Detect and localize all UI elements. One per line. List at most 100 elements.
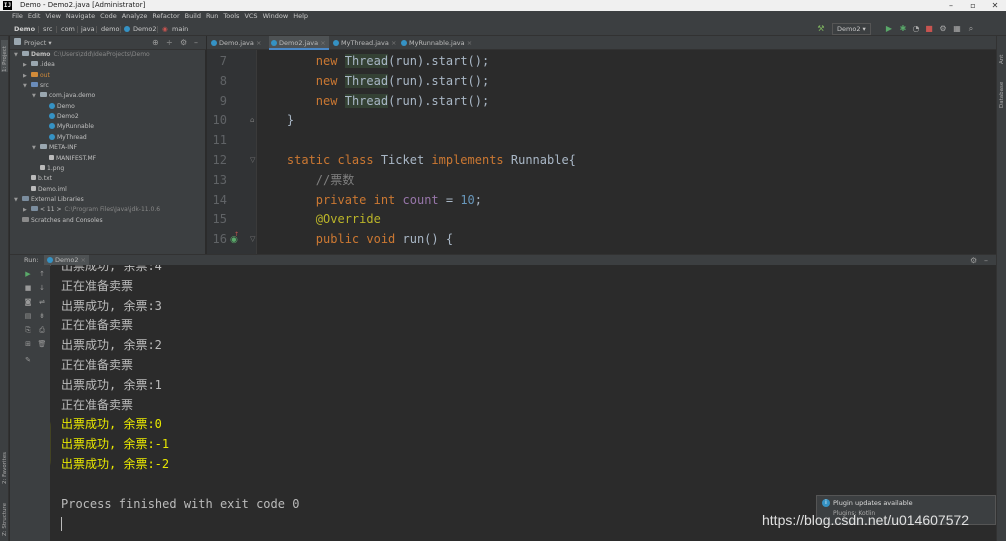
debug-icon[interactable]: ✱ [898, 24, 908, 34]
breadcrumb-method[interactable]: main [172, 22, 188, 36]
tree-item[interactable]: Scratches and Consoles [14, 216, 103, 226]
scroll-down-icon[interactable]: ↓ [37, 283, 47, 293]
favorites-tool-label[interactable]: 2: Favorites [2, 452, 8, 484]
collapsed-arrow-icon[interactable]: ▶ [23, 60, 31, 70]
minimize-button[interactable]: – [940, 0, 962, 11]
tree-item[interactable]: MyThread [41, 133, 87, 143]
console-line: 出票成功, 余票:-1 [61, 437, 170, 452]
stop-icon[interactable]: ■ [924, 24, 934, 34]
soft-wrap-icon[interactable]: ⇌ [37, 297, 47, 307]
tab-myrunnable-java[interactable]: MyRunnable.java × [399, 36, 472, 50]
rerun-icon[interactable]: ▶ [23, 269, 33, 279]
scroll-up-icon[interactable]: ↑ [37, 269, 47, 279]
tree-item[interactable]: Demo2 [41, 112, 79, 122]
expanded-arrow-icon[interactable]: ▼ [14, 195, 22, 205]
export-icon[interactable]: ⎘ [23, 325, 33, 335]
tree-item-label: MyRunnable [57, 123, 94, 131]
tree-item[interactable]: 1.png [32, 164, 64, 174]
menu-code[interactable]: Code [100, 11, 117, 22]
hide-panel-icon[interactable]: – [194, 36, 198, 50]
fold-icon[interactable]: ▽ [250, 235, 255, 243]
breadcrumb-com[interactable]: com [61, 22, 75, 36]
tree-item[interactable]: ▼ Demo C:\Users\zdd\IdeaProjects\Demo [14, 50, 150, 60]
tree-item[interactable]: Demo [41, 102, 75, 112]
tree-item[interactable]: ▶ .idea [23, 60, 55, 70]
settings-wrench-icon[interactable]: ⚙ [938, 24, 948, 34]
maximize-button[interactable]: ▫ [962, 0, 984, 11]
build-hammer-icon[interactable]: ⚒ [816, 24, 826, 34]
project-tree: ▼ Demo C:\Users\zdd\IdeaProjects\Demo ▶ .ide… [10, 50, 206, 250]
clear-icon[interactable]: 🗑 [37, 339, 47, 349]
java-class-icon [49, 113, 55, 120]
menu-window[interactable]: Window [263, 11, 289, 22]
project-tool-label[interactable]: 1: Project [2, 46, 8, 72]
collapsed-arrow-icon[interactable]: ▶ [23, 205, 31, 215]
tree-item[interactable]: Demo.iml [23, 185, 67, 195]
search-icon[interactable]: ⌕ [966, 24, 976, 34]
tab-demo2-java[interactable]: Demo2.java × [269, 36, 329, 50]
structure-tool-label[interactable]: Z: Structure [2, 503, 8, 536]
console-line: 出票成功, 余票:3 [61, 298, 162, 313]
menu-refactor[interactable]: Refactor [152, 11, 179, 22]
breadcrumb-demo[interactable]: demo [101, 22, 119, 36]
restore-layout-icon[interactable]: ▤ [23, 311, 33, 321]
database-tool-label[interactable]: Database [999, 82, 1005, 108]
code-editor[interactable]: new Thread(run).start(); new Thread(run)… [258, 50, 996, 254]
pin-icon[interactable]: ✎ [23, 355, 33, 365]
tree-item[interactable]: ▼ com.java.demo [32, 91, 95, 101]
menu-vcs[interactable]: VCS [244, 11, 257, 22]
tree-item[interactable]: MyRunnable [41, 122, 94, 132]
tree-item[interactable]: ▼ src [23, 81, 49, 91]
project-view-select[interactable]: Project ▾ [24, 36, 52, 50]
scratch-icon [22, 216, 29, 222]
run-toolbar: ▶ ↑ ■ ↓ ◙ ⇌ ▤ ⇟ ⎘ ⎙ ⊞ 🗑 ✎ [10, 265, 50, 541]
run-icon[interactable]: ▶ [884, 24, 894, 34]
camera-icon[interactable]: ◙ [23, 297, 33, 307]
tab-mythread-java[interactable]: MyThread.java × [331, 36, 397, 50]
menu-help[interactable]: Help [293, 11, 308, 22]
expanded-arrow-icon[interactable]: ▼ [23, 81, 31, 91]
menu-navigate[interactable]: Navigate [66, 11, 95, 22]
menu-edit[interactable]: Edit [28, 11, 41, 22]
fold-icon[interactable]: ▽ [250, 156, 255, 164]
project-structure-icon[interactable]: ▦ [952, 24, 962, 34]
locate-icon[interactable]: ⊕ [152, 36, 159, 50]
stop-run-icon[interactable]: ■ [23, 283, 33, 293]
print-icon[interactable]: ⎙ [37, 325, 47, 335]
file-icon [31, 185, 36, 191]
expanded-arrow-icon[interactable]: ▼ [32, 91, 40, 101]
breadcrumb-project[interactable]: Demo [14, 22, 35, 36]
expanded-arrow-icon[interactable]: ▼ [14, 50, 22, 60]
settings-gear-icon[interactable]: ⚙ [180, 36, 187, 50]
tree-item[interactable]: ▶ < 11 > C:\Program Files\Java\jdk-11.0.6 [23, 205, 160, 215]
close-window-button[interactable]: ✕ [984, 0, 1006, 11]
coverage-icon[interactable]: ◔ [911, 24, 921, 34]
layout-icon[interactable]: ⊞ [23, 339, 33, 349]
ant-tool-label[interactable]: Ant [999, 55, 1005, 64]
scroll-end-icon[interactable]: ⇟ [37, 311, 47, 321]
project-panel: Project ▾ ⊕ ÷ ⚙ – ▼ Demo C:\Users\zdd\Idea… [10, 36, 206, 254]
tree-item[interactable]: ▼ META-INF [32, 143, 77, 153]
collapse-icon[interactable]: ÷ [166, 36, 173, 50]
breadcrumb-src[interactable]: src [43, 22, 53, 36]
tree-item[interactable]: b.txt [23, 174, 52, 184]
fold-icon[interactable]: ⌂ [250, 116, 254, 124]
tab-demo-java[interactable]: Demo.java × [209, 36, 269, 50]
library-icon [31, 206, 38, 212]
run-config-select[interactable]: Demo2 ▾ [832, 23, 871, 35]
menu-analyze[interactable]: Analyze [122, 11, 148, 22]
override-marker-icon[interactable]: ↑ [234, 231, 239, 238]
collapsed-arrow-icon[interactable]: ▶ [23, 71, 31, 81]
menu-run[interactable]: Run [206, 11, 218, 22]
breadcrumb-class[interactable]: Demo2 [133, 22, 156, 36]
breadcrumb-java[interactable]: java [81, 22, 95, 36]
tree-item[interactable]: MANIFEST.MF [41, 154, 96, 164]
source-folder-icon [31, 82, 38, 88]
tree-item[interactable]: ▼ External Libraries [14, 195, 84, 205]
tree-item[interactable]: ▶ out [23, 71, 50, 81]
expanded-arrow-icon[interactable]: ▼ [32, 143, 40, 153]
menu-tools[interactable]: Tools [223, 11, 239, 22]
menu-view[interactable]: View [45, 11, 60, 22]
menu-file[interactable]: File [12, 11, 23, 22]
menu-build[interactable]: Build [185, 11, 201, 22]
